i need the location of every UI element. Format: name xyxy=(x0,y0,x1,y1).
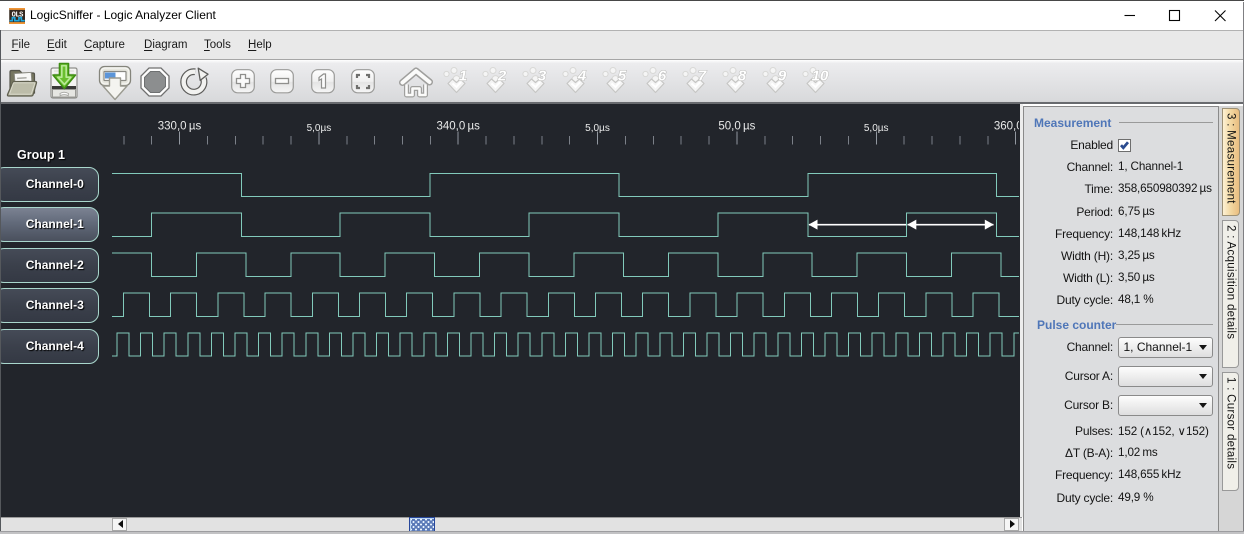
svg-text:3: 3 xyxy=(538,68,547,85)
svg-text:7: 7 xyxy=(698,68,707,85)
svg-text:5,0µs: 5,0µs xyxy=(585,123,610,134)
svg-text:10: 10 xyxy=(812,68,829,85)
svg-text:330,0 µs: 330,0 µs xyxy=(158,121,202,133)
svg-text:2: 2 xyxy=(497,68,507,85)
svg-text:50,0 µs: 50,0 µs xyxy=(718,121,755,133)
svg-text:5,0µs: 5,0µs xyxy=(307,123,332,134)
svg-text:5,0µs: 5,0µs xyxy=(864,123,889,134)
svg-text:340,0 µs: 340,0 µs xyxy=(436,121,480,133)
svg-text:5: 5 xyxy=(618,68,627,85)
svg-text:1: 1 xyxy=(458,68,466,85)
svg-text:6: 6 xyxy=(658,68,667,85)
svg-text:9: 9 xyxy=(778,68,787,85)
svg-text:8: 8 xyxy=(738,68,747,85)
svg-text:360,0 µs: 360,0 µs xyxy=(994,121,1019,133)
svg-text:4: 4 xyxy=(577,68,587,85)
